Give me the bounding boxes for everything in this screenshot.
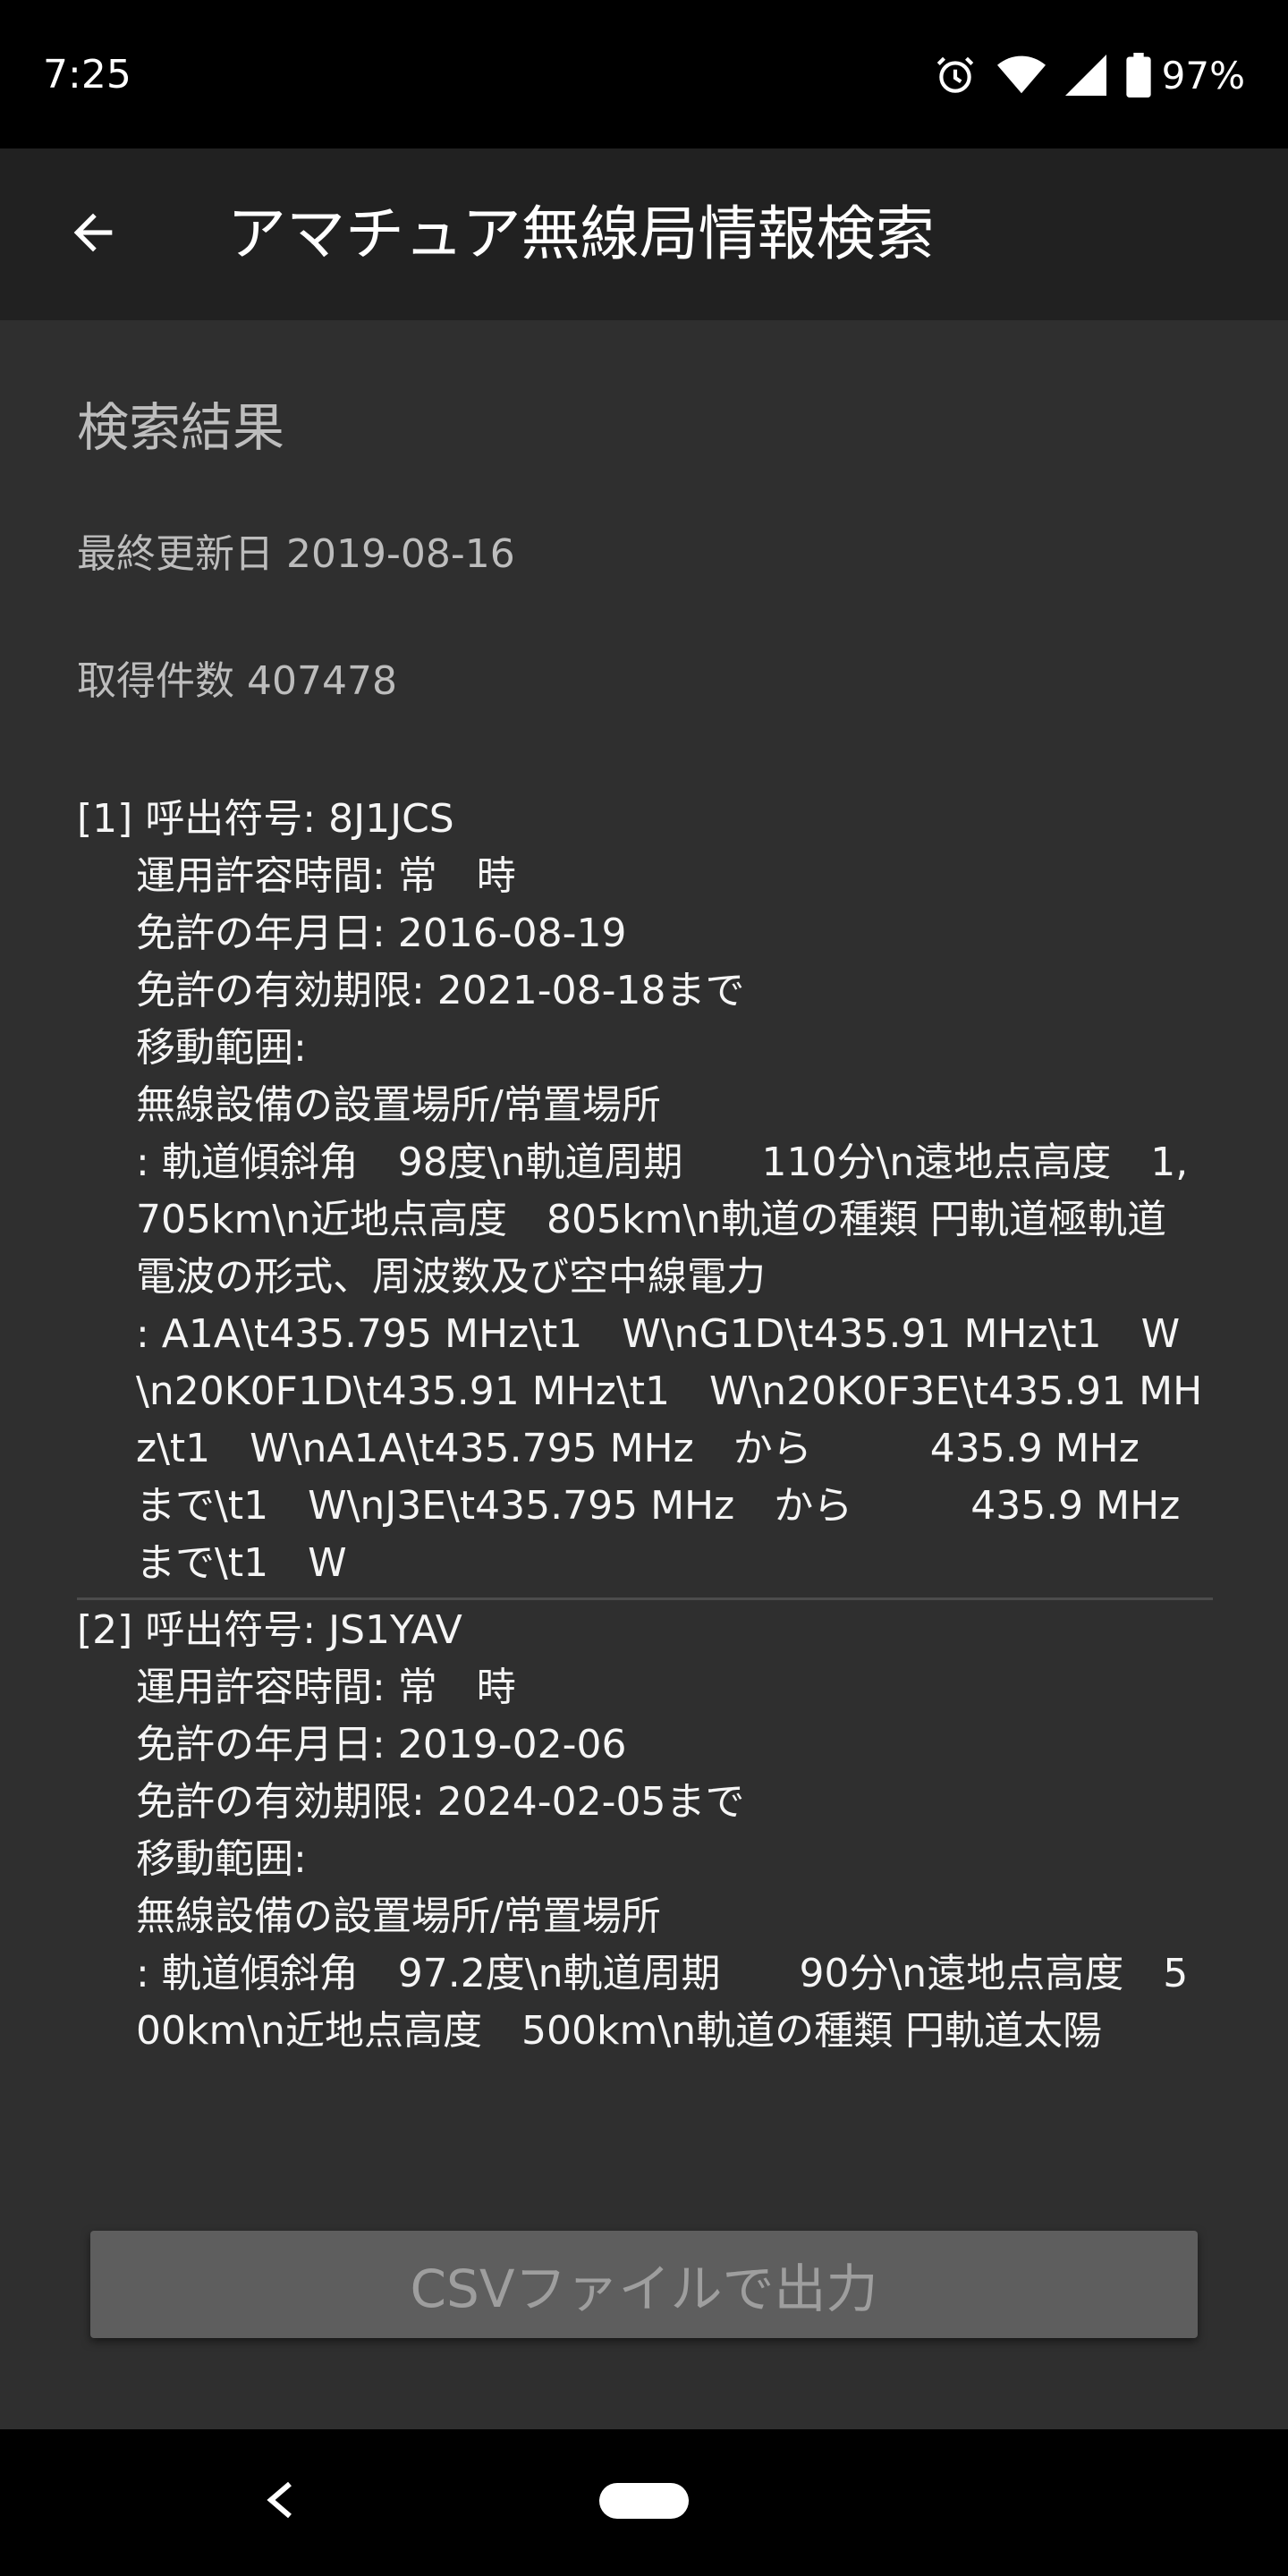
- location-value: : 軌道傾斜角 98度\n軌道周期 110分\n遠地点高度 1,705km\n近…: [136, 1140, 1189, 1242]
- last-updated: 最終更新日 2019-08-16: [77, 531, 515, 577]
- license-date: 免許の年月日: 2019-02-06: [136, 1722, 627, 1767]
- operating-hours: 運用許容時間: 常 時: [136, 1665, 516, 1710]
- location-value: : 軌道傾斜角 97.2度\n軌道周期 90分\n遠地点高度 500km\n近地…: [136, 1951, 1189, 2054]
- battery-percent: 97%: [1161, 53, 1245, 97]
- movement-range: 移動範囲:: [136, 1025, 307, 1071]
- location-label: 無線設備の設置場所/常置場所: [136, 1082, 661, 1128]
- nav-home-pill[interactable]: [599, 2483, 689, 2519]
- movement-range: 移動範囲:: [136, 1836, 307, 1882]
- csv-export-button[interactable]: CSVファイルで出力: [90, 2231, 1198, 2338]
- location-label: 無線設備の設置場所/常置場所: [136, 1894, 661, 1939]
- status-icons: 97%: [933, 50, 1245, 100]
- nav-back-button[interactable]: [252, 2470, 306, 2533]
- status-bar: 7:25 97%: [0, 0, 1288, 148]
- section-title: 検索結果: [77, 397, 285, 458]
- battery-icon: [1126, 53, 1151, 97]
- radio-value: : A1A\t435.795 MHz\t1 W\nG1D\t435.91 MHz…: [136, 1311, 1203, 1586]
- license-expiry: 免許の有効期限: 2024-02-05まで: [136, 1779, 745, 1825]
- license-expiry: 免許の有効期限: 2021-08-18まで: [136, 968, 745, 1013]
- cell-signal-icon: [1064, 55, 1106, 96]
- alarm-icon: [933, 53, 978, 97]
- result-header: [1] 呼出符号: 8J1JCS: [77, 796, 454, 842]
- license-date: 免許の年月日: 2016-08-19: [136, 911, 627, 956]
- nav-back-icon: [263, 2479, 295, 2525]
- page-title: アマチュア無線局情報検索: [227, 199, 935, 268]
- wifi-icon: [996, 55, 1046, 96]
- operating-hours: 運用許容時間: 常 時: [136, 853, 516, 899]
- result-item-1[interactable]: [1] 呼出符号: 8J1JCS 運用許容時間: 常 時 免許の年月日: 201…: [77, 791, 1213, 1592]
- result-count: 取得件数 407478: [77, 658, 397, 704]
- arrow-back-icon: [64, 204, 122, 265]
- back-button[interactable]: [50, 191, 136, 277]
- csv-export-label: CSVファイルで出力: [410, 2258, 878, 2319]
- result-header: [2] 呼出符号: JS1YAV: [77, 1607, 462, 1653]
- radio-label: 電波の形式、周波数及び空中線電力: [136, 1254, 766, 1300]
- app-bar: アマチュア無線局情報検索: [0, 148, 1288, 320]
- result-item-2[interactable]: [2] 呼出符号: JS1YAV 運用許容時間: 常 時 免許の年月日: 201…: [77, 1602, 1213, 2060]
- results-list[interactable]: [1] 呼出符号: 8J1JCS 運用許容時間: 常 時 免許の年月日: 201…: [77, 791, 1213, 2152]
- status-time: 7:25: [43, 52, 131, 97]
- divider: [77, 1597, 1213, 1600]
- nav-bar: [0, 2429, 1288, 2576]
- search-results-screen: 検索結果 最終更新日 2019-08-16 取得件数 407478 [1] 呼出…: [0, 320, 1288, 2429]
